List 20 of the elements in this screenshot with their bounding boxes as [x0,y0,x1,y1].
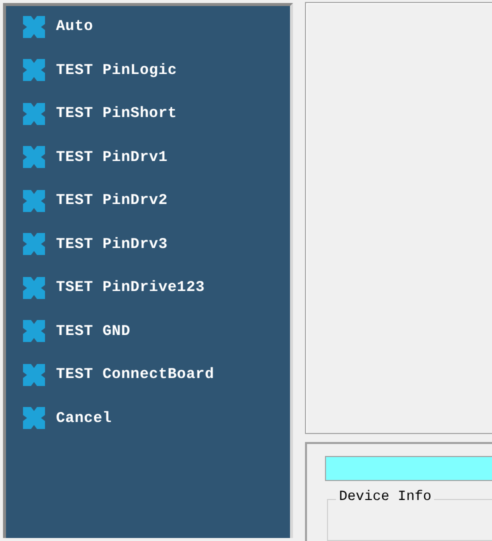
cross-icon [22,58,46,82]
menu-item[interactable]: TEST PinDrv2 [22,179,290,222]
menu-item[interactable]: TEST PinLogic [22,48,290,92]
menu-item[interactable]: Cancel [22,396,290,440]
menu-item[interactable]: TSET PinDrive123 [22,266,290,310]
menu-item[interactable]: TEST PinDrv1 [22,136,290,179]
menu-item[interactable]: Auto [22,5,290,48]
cross-icon [22,362,46,387]
cross-icon [22,188,46,213]
menu-item[interactable]: TEST PinDrv3 [22,222,290,266]
menu-item[interactable]: TEST ConnectBoard [22,353,290,396]
cross-icon [22,145,46,170]
cross-icon [22,319,46,344]
menu-item[interactable]: TEST PinShort [22,92,290,136]
cross-icon [22,276,46,300]
cross-icon [22,102,46,126]
menu-item[interactable]: TEST GND [22,310,290,353]
cross-icon [22,406,46,430]
cross-icon [22,232,46,256]
cross-icon [22,14,46,39]
